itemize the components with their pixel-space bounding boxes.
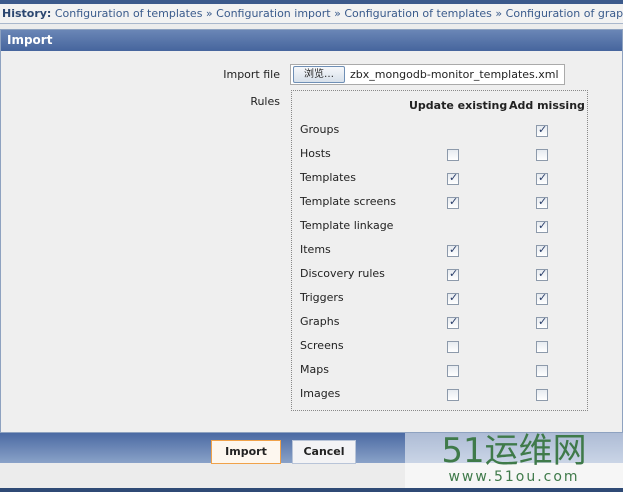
- update-checkbox[interactable]: [447, 243, 459, 257]
- rule-label: Groups: [300, 123, 340, 136]
- add-checkbox[interactable]: [536, 219, 548, 233]
- file-name: zbx_mongodb-monitor_templates.xml: [350, 68, 559, 81]
- rules-label: Rules: [250, 95, 280, 108]
- watermark: 51运维网 www.51ou.com: [405, 433, 623, 488]
- cancel-button[interactable]: Cancel: [292, 440, 356, 464]
- history-breadcrumb: History: Configuration of templates » Co…: [0, 4, 623, 24]
- bottom-bar: [0, 488, 623, 492]
- rule-label: Discovery rules: [300, 267, 385, 280]
- update-checkbox[interactable]: [447, 315, 459, 329]
- watermark-url: www.51ou.com: [448, 469, 580, 485]
- add-checkbox[interactable]: [536, 315, 548, 329]
- separator: »: [491, 7, 506, 20]
- separator: »: [202, 7, 217, 20]
- rule-label: Template screens: [300, 195, 396, 208]
- update-checkbox[interactable]: [447, 365, 459, 377]
- rule-label: Maps: [300, 363, 329, 376]
- add-checkbox[interactable]: [536, 149, 548, 161]
- rule-label: Images: [300, 387, 341, 400]
- add-checkbox[interactable]: [536, 267, 548, 281]
- rule-label: Triggers: [300, 291, 344, 304]
- rule-label: Graphs: [300, 315, 340, 328]
- update-existing-header: Update existing: [409, 99, 508, 112]
- import-button[interactable]: Import: [211, 440, 281, 464]
- watermark-logo: 51运维网: [441, 431, 587, 471]
- rule-label: Items: [300, 243, 331, 256]
- update-checkbox[interactable]: [447, 149, 459, 161]
- add-checkbox[interactable]: [536, 341, 548, 353]
- history-link[interactable]: Configuration of graphs: [506, 7, 623, 20]
- rules-table: Update existing Add missing Groups Hosts T…: [291, 90, 588, 411]
- history-link[interactable]: Configuration import: [216, 7, 330, 20]
- update-checkbox[interactable]: [447, 195, 459, 209]
- rule-label: Template linkage: [300, 219, 394, 232]
- rule-label: Templates: [300, 171, 356, 184]
- add-checkbox[interactable]: [536, 365, 548, 377]
- update-checkbox[interactable]: [447, 389, 459, 401]
- import-file-label: Import file: [223, 68, 280, 81]
- panel-title: Import: [1, 30, 622, 51]
- rule-label: Screens: [300, 339, 344, 352]
- add-missing-header: Add missing: [509, 99, 585, 112]
- add-checkbox[interactable]: [536, 171, 548, 185]
- browse-button[interactable]: 浏览…: [293, 66, 345, 83]
- add-checkbox[interactable]: [536, 243, 548, 257]
- update-checkbox[interactable]: [447, 341, 459, 353]
- add-checkbox[interactable]: [536, 195, 548, 209]
- update-checkbox[interactable]: [447, 291, 459, 305]
- update-checkbox[interactable]: [447, 171, 459, 185]
- import-file-input[interactable]: 浏览… zbx_mongodb-monitor_templates.xml: [290, 64, 565, 85]
- rule-label: Hosts: [300, 147, 331, 160]
- history-link[interactable]: Configuration of templates: [344, 7, 492, 20]
- history-link[interactable]: Configuration of templates: [55, 7, 203, 20]
- add-checkbox[interactable]: [536, 123, 548, 137]
- history-label: History:: [2, 7, 52, 20]
- update-checkbox[interactable]: [447, 267, 459, 281]
- add-checkbox[interactable]: [536, 291, 548, 305]
- add-checkbox[interactable]: [536, 389, 548, 401]
- separator: »: [330, 7, 345, 20]
